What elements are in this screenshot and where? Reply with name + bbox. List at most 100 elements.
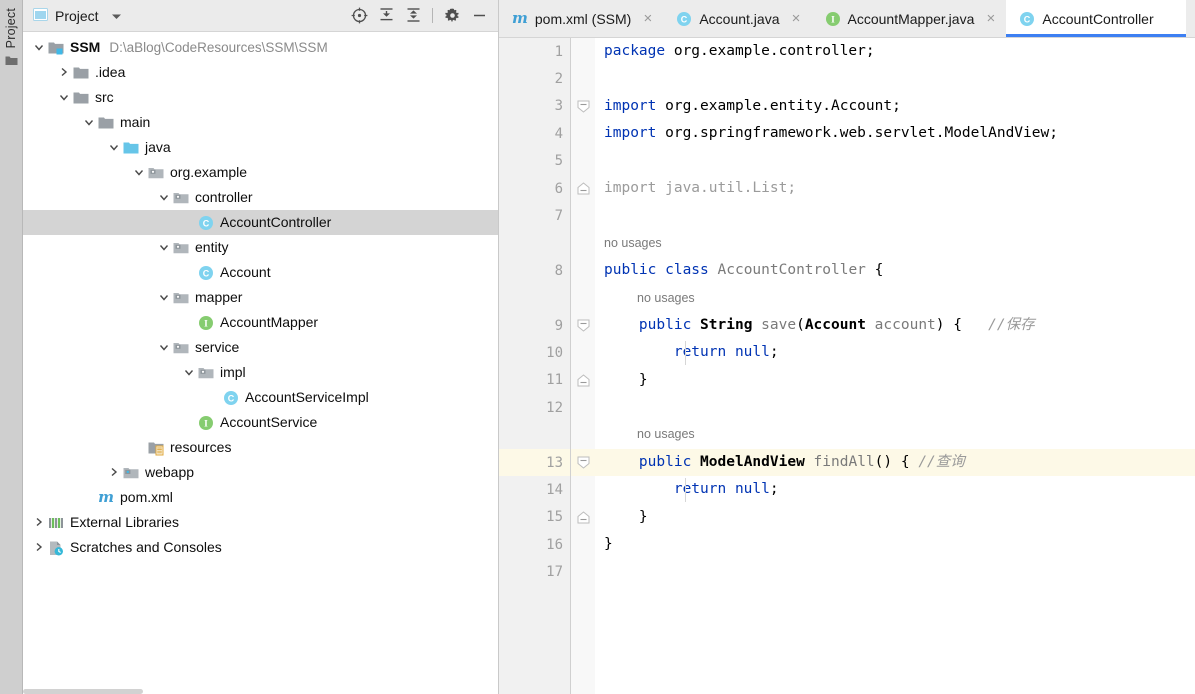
chevron-down-icon[interactable] [156, 235, 172, 260]
tree-node-webapp[interactable]: webapp [23, 460, 498, 485]
editor-tab-accountmapper-java[interactable]: I AccountMapper.java × [812, 0, 1007, 37]
inlay-hint-no-usages[interactable]: no usages [595, 285, 1195, 312]
hide-icon[interactable] [466, 4, 492, 28]
tree-node-main[interactable]: main [23, 110, 498, 135]
chevron-down-icon[interactable] [156, 285, 172, 310]
collapse-all-icon[interactable] [400, 4, 426, 28]
tree-node-entity[interactable]: entity [23, 235, 498, 260]
close-icon[interactable]: × [641, 11, 654, 26]
fold-cell [571, 202, 595, 229]
select-opened-file-icon[interactable] [346, 4, 372, 28]
code-line: package org.example.controller; [595, 38, 1195, 65]
code-token: public class [604, 262, 709, 279]
code-line: import org.example.entity.Account; [595, 93, 1195, 120]
tree-node-ssm[interactable]: SSM D:\aBlog\CodeResources\SSM\SSM [23, 35, 498, 60]
tree-node-controller[interactable]: controller [23, 185, 498, 210]
chevron-right-icon[interactable] [106, 460, 122, 485]
tree-node-accountservice[interactable]: I AccountService [23, 410, 498, 435]
tree-node-service[interactable]: service [23, 335, 498, 360]
java-class-icon: C [197, 260, 215, 285]
fold-collapse-icon[interactable] [577, 456, 590, 469]
gutter-blank [499, 285, 571, 312]
editor-gutter[interactable]: 1 2 3 4 5 6 7 8 9 10 11 12 13 14 15 16 17 [499, 38, 571, 694]
chevron-right-icon[interactable] [56, 60, 72, 85]
project-tree-horizontal-scrollbar[interactable] [23, 689, 498, 694]
tree-node-impl[interactable]: impl [23, 360, 498, 385]
chevron-down-icon[interactable] [131, 160, 147, 185]
project-view-selector[interactable]: Project [33, 7, 122, 25]
tree-node-org-example[interactable]: org.example [23, 160, 498, 185]
close-icon[interactable]: × [984, 11, 997, 26]
code-token: ; [769, 481, 779, 498]
external-libraries-icon [47, 510, 65, 535]
svg-text:C: C [203, 268, 210, 278]
editor-tab-accountcontroller[interactable]: CAccountController× [1006, 0, 1186, 37]
fold-cell [571, 448, 605, 477]
tree-node-scratches-and-consoles[interactable]: Scratches and Consoles [23, 535, 498, 560]
fold-region-column[interactable] [571, 38, 605, 694]
package-icon [197, 360, 215, 385]
indent-guide [685, 341, 686, 365]
chevron-right-icon[interactable] [31, 535, 47, 560]
package-icon [147, 160, 165, 185]
tree-node-external-libraries[interactable]: External Libraries [23, 510, 498, 535]
line-number: 3 [554, 98, 563, 115]
tree-node-label: .idea [95, 64, 126, 80]
tree-node-pom-xml[interactable]: m pom.xml [23, 485, 498, 510]
tree-node-idea[interactable]: .idea [23, 60, 498, 85]
editor-tab-account-java[interactable]: C Account.java × [663, 0, 811, 37]
maven-icon: m [98, 488, 114, 506]
folder-gray-icon [72, 60, 90, 85]
left-tool-window-stripe: Project [0, 0, 23, 694]
tree-node-accountmapper[interactable]: I AccountMapper [23, 310, 498, 335]
tree-node-mapper[interactable]: mapper [23, 285, 498, 310]
stripe-button-project[interactable]: Project [0, 2, 22, 94]
tree-node-accountserviceimpl[interactable]: C AccountServiceImpl [23, 385, 498, 410]
tree-node-account[interactable]: C Account [23, 260, 498, 285]
tree-node-accountcontroller[interactable]: C AccountController [23, 210, 498, 235]
chevron-down-icon[interactable] [81, 110, 97, 135]
inlay-hint-no-usages[interactable]: no usages [595, 230, 1195, 257]
chevron-down-icon[interactable] [156, 335, 172, 360]
tree-node-label: Scratches and Consoles [70, 539, 222, 555]
chevron-down-icon[interactable] [31, 35, 47, 60]
code-line: import java.util.List; [595, 175, 1195, 202]
close-icon[interactable]: × [790, 11, 803, 26]
settings-gear-icon[interactable] [439, 4, 465, 28]
fold-cell [571, 531, 595, 558]
code-token: account [874, 316, 936, 333]
tree-node-java[interactable]: java [23, 135, 498, 160]
tree-node-src[interactable]: src [23, 85, 498, 110]
package-icon [172, 185, 190, 210]
folder-gray-icon [72, 85, 90, 110]
project-tree[interactable]: SSM D:\aBlog\CodeResources\SSM\SSM .idea sr… [23, 32, 498, 694]
editor-tab-label: pom.xml (SSM) [534, 10, 632, 27]
java-class-icon: C [222, 385, 240, 410]
project-window-icon [33, 7, 48, 25]
expand-all-icon[interactable] [373, 4, 399, 28]
fold-collapse-icon[interactable] [577, 100, 590, 113]
inlay-hint-no-usages[interactable]: no usages [595, 421, 1195, 448]
fold-collapse-icon[interactable] [577, 319, 590, 332]
chevron-down-icon[interactable] [56, 85, 72, 110]
code-text-area[interactable]: package org.example.controller; import or… [595, 38, 1195, 694]
chevron-down-icon[interactable] [156, 185, 172, 210]
code-token: return null [673, 481, 770, 498]
line-number: 8 [554, 262, 563, 279]
code-editor[interactable]: 1 2 3 4 5 6 7 8 9 10 11 12 13 14 15 16 17 package org.ex… [499, 38, 1195, 694]
chevron-down-icon[interactable] [106, 135, 122, 160]
chevron-right-icon[interactable] [31, 510, 47, 535]
chevron-down-icon[interactable] [181, 360, 197, 385]
fold-end-icon[interactable] [577, 182, 590, 195]
tree-node-resources[interactable]: resources [23, 435, 498, 460]
code-token: //查询 [918, 453, 965, 470]
tree-node-path: D:\aBlog\CodeResources\SSM\SSM [109, 40, 328, 55]
fold-end-icon[interactable] [577, 374, 590, 387]
tree-node-label: webapp [145, 464, 195, 480]
editor-tab-pom-xml-ssm[interactable]: m pom.xml (SSM) × [499, 0, 663, 37]
chevron-down-icon[interactable] [111, 8, 122, 24]
fold-end-icon[interactable] [577, 510, 590, 524]
tree-node-label: service [195, 339, 240, 355]
